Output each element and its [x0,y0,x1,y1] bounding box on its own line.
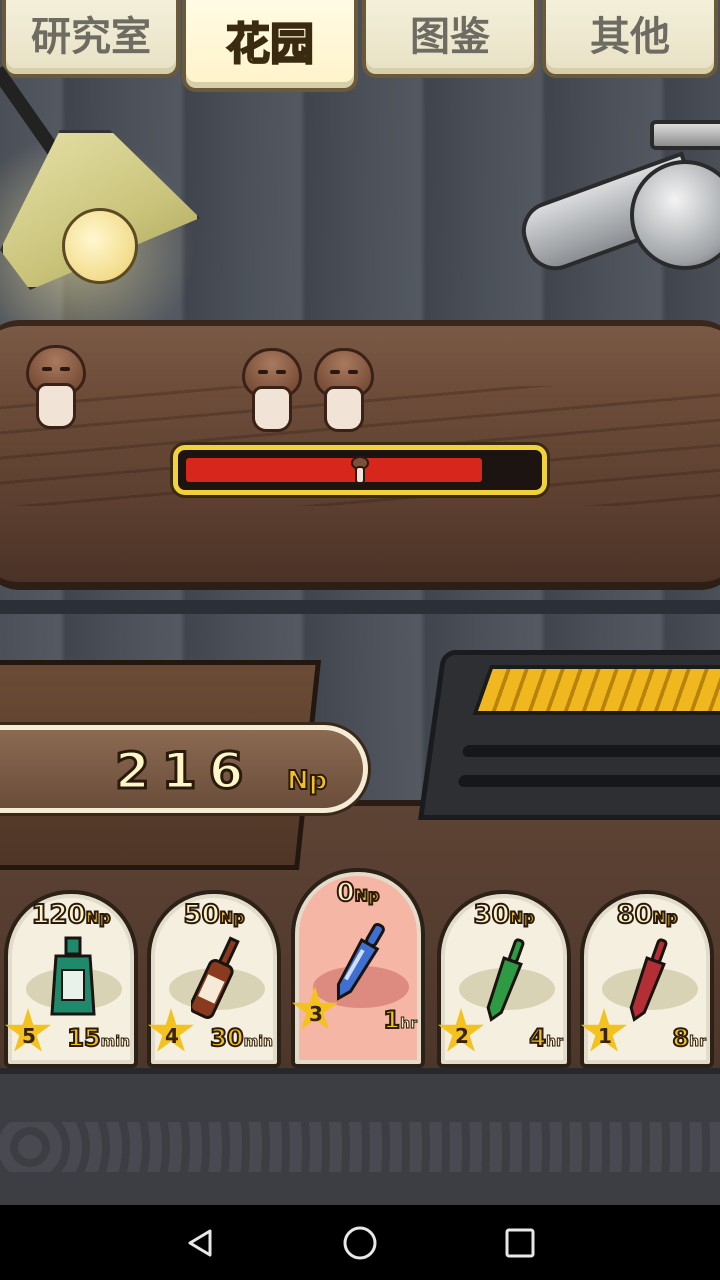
game-scene: 研究室 花园 图鉴 其他 216 Np 120Np 5 15min 50Np 4… [0,0,720,1205]
shop-item-stars: 4 [165,1024,179,1048]
decorative-footer [0,1068,720,1205]
np-counter: 216 Np [0,725,368,813]
shop-item-stars: 3 [309,1002,323,1026]
tab-encyclopedia-label: 图鉴 [410,14,490,60]
home-icon[interactable] [330,1213,390,1273]
brown-bottle-icon [191,936,240,1019]
shop-item-price: 120 [30,899,86,931]
heater-icon [418,650,720,820]
shop-item-stars: 1 [598,1024,612,1048]
shop-item-unit: Np [354,885,381,906]
shop-item-unit: Np [219,907,246,928]
shop-item-card[interactable]: 120Np 5 15min [4,890,138,1068]
np-value: 216 [113,741,256,802]
tab-encyclopedia[interactable]: 图鉴 [362,0,538,78]
shop-item-stars: 2 [455,1024,469,1048]
tab-garden[interactable]: 花园 [182,0,358,92]
shop-item-unit: Np [509,907,536,928]
blue-ampoule-icon [336,922,385,1001]
shop-item-time: 4 [528,1023,547,1053]
shop-item-time-unit: hr [689,1034,707,1051]
mushroom-sprite[interactable] [26,345,86,433]
shop-item-time: 8 [671,1023,690,1053]
growth-progress-fill [186,458,482,482]
recents-icon[interactable] [490,1213,550,1273]
mushroom-sprite[interactable] [314,348,374,436]
shop-item-card-selected[interactable]: 0Np 3 1hr [291,868,425,1068]
tab-lab-label: 研究室 [31,14,151,60]
shop-item-time: 1 [382,1005,401,1035]
green-ampoule-icon [486,938,525,1022]
shop-item-card[interactable]: 30Np 2 4hr [437,890,571,1068]
red-ampoule-icon [629,938,668,1022]
shop-item-unit: Np [85,907,112,928]
mushroom-sprite[interactable] [242,348,302,436]
shop-item-card[interactable]: 80Np 1 8hr [580,890,714,1068]
mushroom-marker-icon [351,456,369,484]
growth-progress-bar [173,445,547,495]
shop-item-time: 30 [209,1023,244,1053]
tab-other[interactable]: 其他 [542,0,718,78]
shelf-divider [0,600,720,614]
tab-garden-label: 花园 [225,18,315,71]
green-bottle-icon [50,936,96,1016]
shop-item-time-unit: hr [546,1034,564,1051]
shop-item-time-unit: hr [400,1016,418,1033]
shop-item-price: 30 [472,899,510,931]
shop-item-stars: 5 [22,1024,36,1048]
light-bulb-icon [62,208,138,284]
tab-other-label: 其他 [590,14,670,60]
back-icon[interactable] [170,1213,230,1273]
system-nav-bar [0,1205,720,1280]
shop-item-unit: Np [652,907,679,928]
shop-item-card[interactable]: 50Np 4 30min [147,890,281,1068]
faucet-handle[interactable] [650,120,720,150]
shop-item-time: 15 [66,1023,101,1053]
shop-item-price: 50 [182,899,220,931]
shop-item-price: 80 [615,899,653,931]
shop-item-price: 0 [336,877,356,909]
np-unit: Np [286,765,328,797]
shop-item-time-unit: min [243,1034,273,1051]
shop-item-time-unit: min [100,1034,130,1051]
tab-lab[interactable]: 研究室 [2,0,180,78]
